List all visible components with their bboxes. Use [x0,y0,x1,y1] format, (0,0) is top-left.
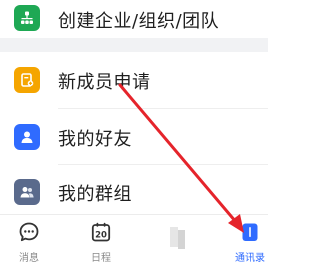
calendar-day: 20 [95,231,107,241]
tab-messages[interactable]: 消息 [2,215,56,264]
list-item-new-member[interactable]: 新成员申请 [0,52,268,108]
org-tree-icon [14,5,40,31]
list-item-label: 我的好友 [58,129,132,150]
list-item-create-org[interactable]: 创建企业/组织/团队 [0,0,268,38]
new-member-icon [14,67,40,93]
calendar-icon: 20 [90,221,112,247]
tab-contacts[interactable]: 通讯录 [223,215,277,264]
person-icon [14,124,40,150]
workspace-icon [166,225,188,255]
bottom-tab-bar: 消息 20 日程 通讯录 [0,214,268,264]
list-item-label: 新成员申请 [58,72,151,93]
list-item-my-friends[interactable]: 我的好友 [0,109,268,164]
list-item-my-groups[interactable]: 我的群组 [0,165,268,214]
group-icon [14,179,40,205]
list-item-label: 我的群组 [58,184,132,205]
tab-label: 消息 [19,253,39,264]
tab-label: 通讯录 [235,253,265,264]
tab-schedule[interactable]: 20 日程 [74,215,128,264]
tab-workspace[interactable] [150,215,204,262]
section-divider [0,38,268,52]
message-icon [18,221,40,247]
list-item-label: 创建企业/组织/团队 [58,11,220,32]
tab-label: 日程 [91,253,111,264]
contacts-icon [239,221,261,247]
